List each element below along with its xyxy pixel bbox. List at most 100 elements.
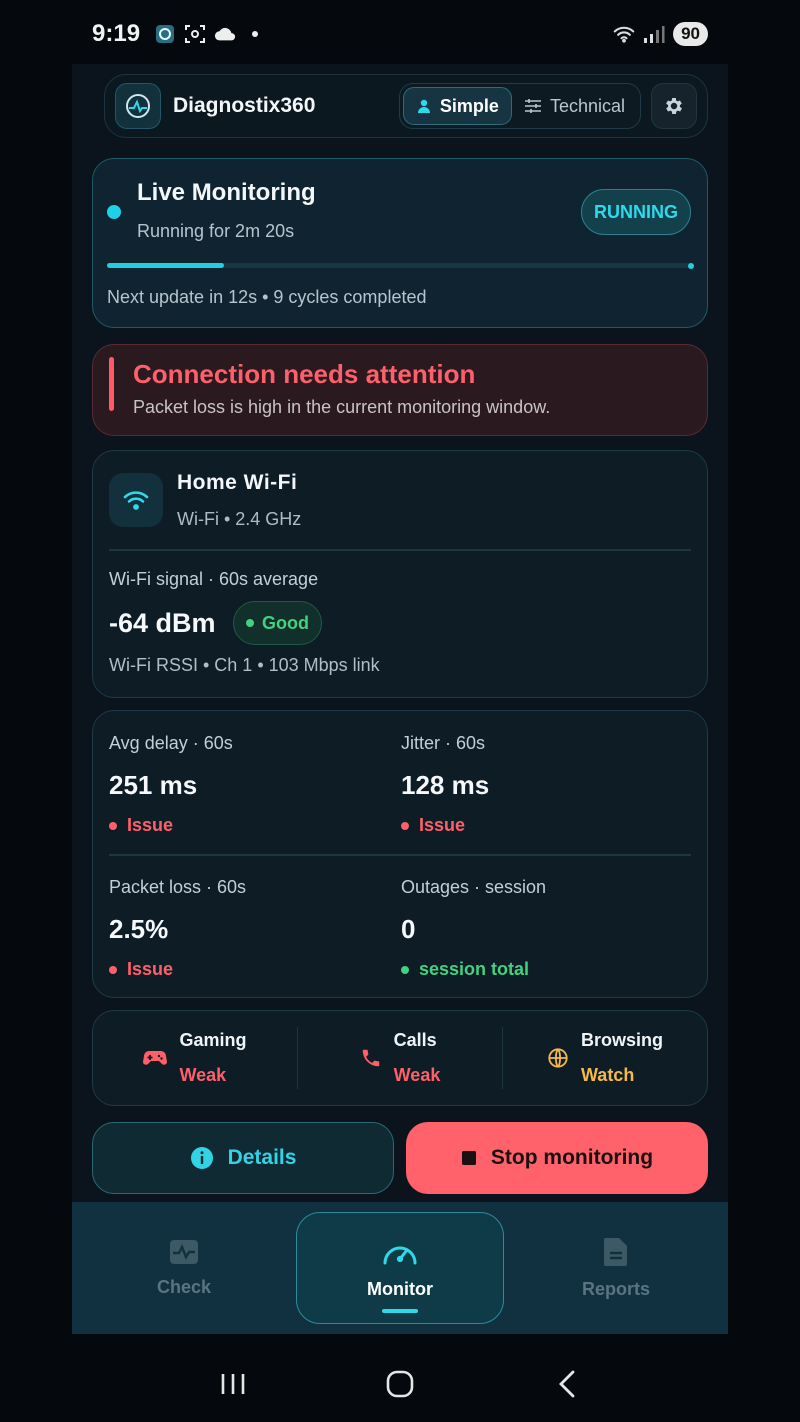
metric-outages: Outages · session 0 session total (401, 877, 681, 980)
alert-message: Packet loss is high in the current monit… (133, 397, 551, 417)
metric-packet-loss: Packet loss · 60s 2.5% Issue (109, 877, 389, 980)
mode-technical-label: Technical (549, 95, 625, 116)
active-tab-indicator (382, 1309, 418, 1313)
metric-value: 0 (401, 914, 416, 944)
stop-monitoring-button[interactable]: Stop monitoring (406, 1122, 708, 1194)
metric-value: 2.5% (109, 914, 169, 944)
app-name: Diagnostix360 (173, 94, 316, 117)
metrics-card: Avg delay · 60s 251 ms Issue Jitter · 60… (92, 710, 708, 998)
app-logo-icon (115, 83, 161, 129)
document-icon (604, 1237, 627, 1266)
screenshot-icon (184, 23, 206, 45)
signal-detail: Wi-Fi RSSI • Ch 1 • 103 Mbps link (109, 655, 380, 675)
cloud-icon (214, 23, 236, 45)
mode-toggle: Simple Technical (398, 83, 641, 129)
signal-value: -64 dBm (109, 608, 216, 638)
metric-value: 128 ms (401, 770, 490, 800)
live-monitoring-card: Live Monitoring Running for 2m 20s RUNNI… (92, 158, 708, 328)
recent-apps-button[interactable] (213, 1364, 253, 1404)
speedometer-icon (383, 1246, 417, 1264)
wifi-status-icon (613, 23, 635, 45)
stop-icon (461, 1151, 476, 1165)
clock: 9:19 (92, 20, 141, 47)
mode-technical-button[interactable]: Technical (512, 87, 637, 125)
battery-level: 90 (673, 22, 708, 46)
metric-status: Issue (109, 959, 389, 980)
status-bar: 9:19 90 (0, 0, 800, 68)
cell-signal-icon (643, 23, 665, 45)
nav-monitor-label: Monitor (367, 1278, 433, 1299)
live-duration: Running for 2m 20s (137, 221, 295, 241)
metric-label: Avg delay · 60s (109, 733, 233, 753)
wifi-card: Home Wi-Fi Wi-Fi • 2.4 GHz Wi-Fi signal … (92, 450, 708, 698)
metric-label: Jitter · 60s (401, 733, 486, 753)
app-header: Diagnostix360 Simple Technical (104, 74, 708, 138)
network-name: Home Wi-Fi (177, 471, 298, 494)
cycle-progress-fill (107, 263, 225, 268)
home-button[interactable] (380, 1364, 420, 1404)
use-case-status: Weak (393, 1065, 441, 1085)
signal-label: Wi-Fi signal · 60s average (109, 569, 319, 589)
settings-button[interactable] (651, 83, 697, 129)
nav-monitor[interactable]: Monitor (296, 1212, 504, 1324)
alert-accent-bar (109, 357, 114, 411)
metric-status: session total (401, 959, 681, 980)
metric-label: Packet loss · 60s (109, 877, 247, 897)
home-icon (386, 1370, 414, 1398)
pulse-check-icon (170, 1239, 198, 1264)
connection-alert-card: Connection needs attention Packet loss i… (92, 344, 708, 436)
app-screen: Diagnostix360 Simple Technical Live Moni… (72, 64, 728, 1334)
nav-reports[interactable]: Reports (504, 1237, 728, 1300)
mode-simple-label: Simple (439, 95, 499, 116)
metric-label: Outages · session (401, 877, 547, 897)
nav-check[interactable]: Check (72, 1239, 296, 1298)
progress-end-marker (688, 262, 694, 269)
info-icon (190, 1147, 213, 1169)
live-indicator-dot (107, 205, 121, 219)
stop-label: Stop monitoring (490, 1146, 654, 1169)
signal-status-label: Good (262, 612, 309, 633)
metric-status: Issue (109, 815, 389, 836)
cycle-progress-bar (107, 262, 694, 269)
metric-jitter: Jitter · 60s 128 ms Issue (401, 733, 681, 836)
person-icon (417, 99, 430, 113)
next-update-text: Next update in 12s • 9 cycles completed (107, 287, 427, 307)
nav-reports-label: Reports (581, 1278, 650, 1299)
divider (109, 549, 691, 551)
divider (109, 854, 691, 856)
metric-value: 251 ms (109, 770, 198, 800)
globe-icon (548, 1048, 568, 1068)
more-notifications-dot-icon (244, 23, 266, 45)
use-case-gaming: Gaming Weak (93, 1027, 297, 1089)
use-case-calls: Calls Weak (297, 1027, 502, 1089)
notification-icons (154, 23, 266, 45)
bottom-navigation: Check Monitor Reports (72, 1202, 728, 1334)
details-button[interactable]: Details (92, 1122, 394, 1194)
phone-icon (362, 1049, 379, 1067)
app-notification-icon (154, 23, 176, 45)
system-navigation-bar (0, 1346, 800, 1422)
use-case-title: Gaming (179, 1030, 247, 1050)
running-badge: RUNNING (581, 189, 691, 235)
details-label: Details (227, 1146, 297, 1169)
metric-avg-delay: Avg delay · 60s 251 ms Issue (109, 733, 389, 836)
mode-simple-button[interactable]: Simple (402, 87, 512, 125)
use-case-status: Watch (580, 1065, 635, 1085)
use-case-title: Calls (393, 1030, 437, 1050)
wifi-icon (109, 473, 163, 527)
network-band: Wi-Fi • 2.4 GHz (177, 509, 302, 529)
metric-status: Issue (401, 815, 681, 836)
alert-title: Connection needs attention (133, 359, 476, 389)
gamepad-icon (143, 1051, 168, 1065)
live-title: Live Monitoring (137, 179, 316, 206)
use-case-card: Gaming Weak Calls Weak Browsing Watch (92, 1010, 708, 1106)
sliders-icon (524, 99, 541, 113)
gear-icon (666, 98, 682, 114)
back-button[interactable] (547, 1364, 587, 1404)
nav-check-label: Check (156, 1276, 212, 1297)
signal-status-badge: Good (233, 601, 322, 645)
use-case-status: Weak (179, 1065, 227, 1085)
recent-apps-icon (222, 1374, 245, 1394)
use-case-title: Browsing (580, 1030, 663, 1050)
use-case-browsing: Browsing Watch (502, 1027, 707, 1089)
